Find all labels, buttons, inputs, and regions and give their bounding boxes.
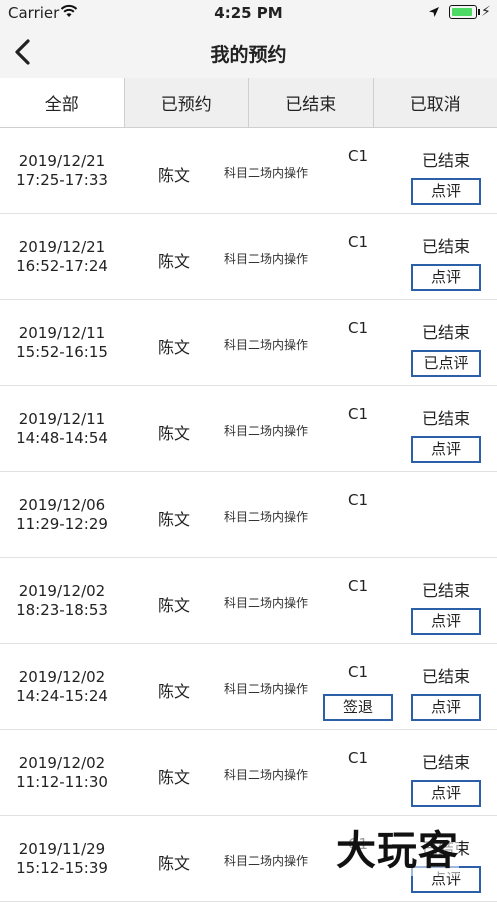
appointment-datetime: 2019/12/1115:52-16:15 — [12, 324, 112, 362]
appointment-time: 14:24-15:24 — [12, 687, 112, 706]
appointment-date: 2019/12/06 — [12, 496, 112, 515]
appointment-time: 14:48-14:54 — [12, 429, 112, 448]
appointment-time: 17:25-17:33 — [12, 171, 112, 190]
appointment-date: 2019/12/11 — [12, 410, 112, 429]
appointment-datetime: 2019/12/0211:12-11:30 — [12, 754, 112, 792]
subject-label: 科目二场内操作 — [224, 336, 308, 353]
review-button[interactable]: 点评 — [411, 436, 481, 463]
appointment-datetime: 2019/12/0611:29-12:29 — [12, 496, 112, 534]
review-button[interactable]: 点评 — [411, 780, 481, 807]
appointment-row[interactable]: 2019/12/0214:24-15:24 陈文 科目二场内操作 C1 已结束点评签退 — [0, 644, 497, 730]
appointment-date: 2019/11/29 — [12, 840, 112, 859]
tab-ended[interactable]: 已结束 — [248, 78, 373, 127]
charging-bolt-icon: ⚡ — [481, 4, 491, 20]
appointment-datetime: 2019/12/0218:23-18:53 — [12, 582, 112, 620]
tab-booked[interactable]: 已预约 — [124, 78, 249, 127]
review-button[interactable]: 点评 — [411, 264, 481, 291]
coach-name: 陈文 — [158, 506, 190, 530]
coach-name: 陈文 — [158, 162, 190, 186]
coach-name: 陈文 — [158, 678, 190, 702]
status-label: 已结束 — [410, 147, 482, 171]
appointment-date: 2019/12/21 — [12, 238, 112, 257]
appointment-date: 2019/12/02 — [12, 668, 112, 687]
appointment-row[interactable]: 2019/12/0211:12-11:30 陈文 科目二场内操作 C1 已结束点评 — [0, 730, 497, 816]
appointment-time: 15:12-15:39 — [12, 859, 112, 878]
coach-name: 陈文 — [158, 248, 190, 272]
coach-name: 陈文 — [158, 764, 190, 788]
subject-label: 科目二场内操作 — [224, 766, 308, 783]
coach-name: 陈文 — [158, 592, 190, 616]
subject-label: 科目二场内操作 — [224, 422, 308, 439]
location-arrow-icon — [428, 6, 440, 18]
appointment-time: 11:12-11:30 — [12, 773, 112, 792]
status-label: 已结束 — [410, 577, 482, 601]
sign-out-button[interactable]: 签退 — [323, 694, 393, 721]
license-class: C1 — [346, 405, 370, 423]
appointment-row[interactable]: 2019/12/1114:48-14:54 陈文 科目二场内操作 C1 已结束点评 — [0, 386, 497, 472]
license-class: C1 — [346, 577, 370, 595]
license-class: C1 — [346, 147, 370, 165]
license-class: C1 — [346, 749, 370, 767]
appointment-row[interactable]: 2019/12/0611:29-12:29 陈文 科目二场内操作 C1 — [0, 472, 497, 558]
appointment-row[interactable]: 2019/12/0218:23-18:53 陈文 科目二场内操作 C1 已结束点评 — [0, 558, 497, 644]
subject-label: 科目二场内操作 — [224, 164, 308, 181]
appointment-datetime: 2019/12/2116:52-17:24 — [12, 238, 112, 276]
appointment-datetime: 2019/12/0214:24-15:24 — [12, 668, 112, 706]
nav-bar: 我的预约 — [0, 26, 497, 79]
coach-name: 陈文 — [158, 420, 190, 444]
subject-label: 科目二场内操作 — [224, 250, 308, 267]
appointment-row[interactable]: 2019/12/2116:52-17:24 陈文 科目二场内操作 C1 已结束点评 — [0, 214, 497, 300]
clock: 4:25 PM — [0, 4, 497, 22]
appointment-time: 11:29-12:29 — [12, 515, 112, 534]
appointment-time: 15:52-16:15 — [12, 343, 112, 362]
status-label: 已结束 — [410, 663, 482, 687]
review-button[interactable]: 点评 — [411, 178, 481, 205]
appointment-list: 2019/12/2117:25-17:33陈文科目二场内操作C1已结束点评201… — [0, 128, 497, 902]
license-class: C1 — [346, 663, 370, 681]
tab-cancelled[interactable]: 已取消 — [373, 78, 497, 127]
status-label: 已结束 — [410, 233, 482, 257]
appointment-date: 2019/12/02 — [12, 754, 112, 773]
battery-icon — [449, 5, 477, 19]
appointment-datetime: 2019/12/2117:25-17:33 — [12, 152, 112, 190]
appointment-date: 2019/12/21 — [12, 152, 112, 171]
appointment-row[interactable]: 2019/12/1115:52-16:15 陈文 科目二场内操作 C1 已结束已点评 — [0, 300, 497, 386]
review-button[interactable]: 点评 — [411, 608, 481, 635]
status-label: 已结束 — [410, 319, 482, 343]
status-label: 已结束 — [410, 749, 482, 773]
subject-label: 科目二场内操作 — [224, 594, 308, 611]
license-class: C1 — [346, 319, 370, 337]
coach-name: 陈文 — [158, 334, 190, 358]
license-class: C1 — [346, 491, 370, 509]
appointment-datetime: 2019/11/2915:12-15:39 — [12, 840, 112, 878]
coach-name: 陈文 — [158, 850, 190, 874]
subject-label: 科目二场内操作 — [224, 508, 308, 525]
review-button[interactable]: 已点评 — [411, 350, 481, 377]
appointment-time: 16:52-17:24 — [12, 257, 112, 276]
appointment-date: 2019/12/02 — [12, 582, 112, 601]
page-title: 我的预约 — [0, 40, 497, 67]
subject-label: 科目二场内操作 — [224, 680, 308, 697]
license-class: C1 — [346, 233, 370, 251]
status-bar: Carrier 4:25 PM ⚡ — [0, 0, 497, 26]
status-label: 已结束 — [410, 405, 482, 429]
tab-all[interactable]: 全部 — [0, 78, 124, 127]
review-button[interactable]: 点评 — [411, 694, 481, 721]
appointment-datetime: 2019/12/1114:48-14:54 — [12, 410, 112, 448]
appointment-time: 18:23-18:53 — [12, 601, 112, 620]
subject-label: 科目二场内操作 — [224, 852, 308, 869]
appointment-row[interactable]: 2019/12/2117:25-17:33 陈文 科目二场内操作 C1 已结束点评 — [0, 128, 497, 214]
filter-tabs: 全部 已预约 已结束 已取消 — [0, 78, 497, 128]
appointment-date: 2019/12/11 — [12, 324, 112, 343]
watermark-logo: 大玩客 — [336, 818, 459, 876]
